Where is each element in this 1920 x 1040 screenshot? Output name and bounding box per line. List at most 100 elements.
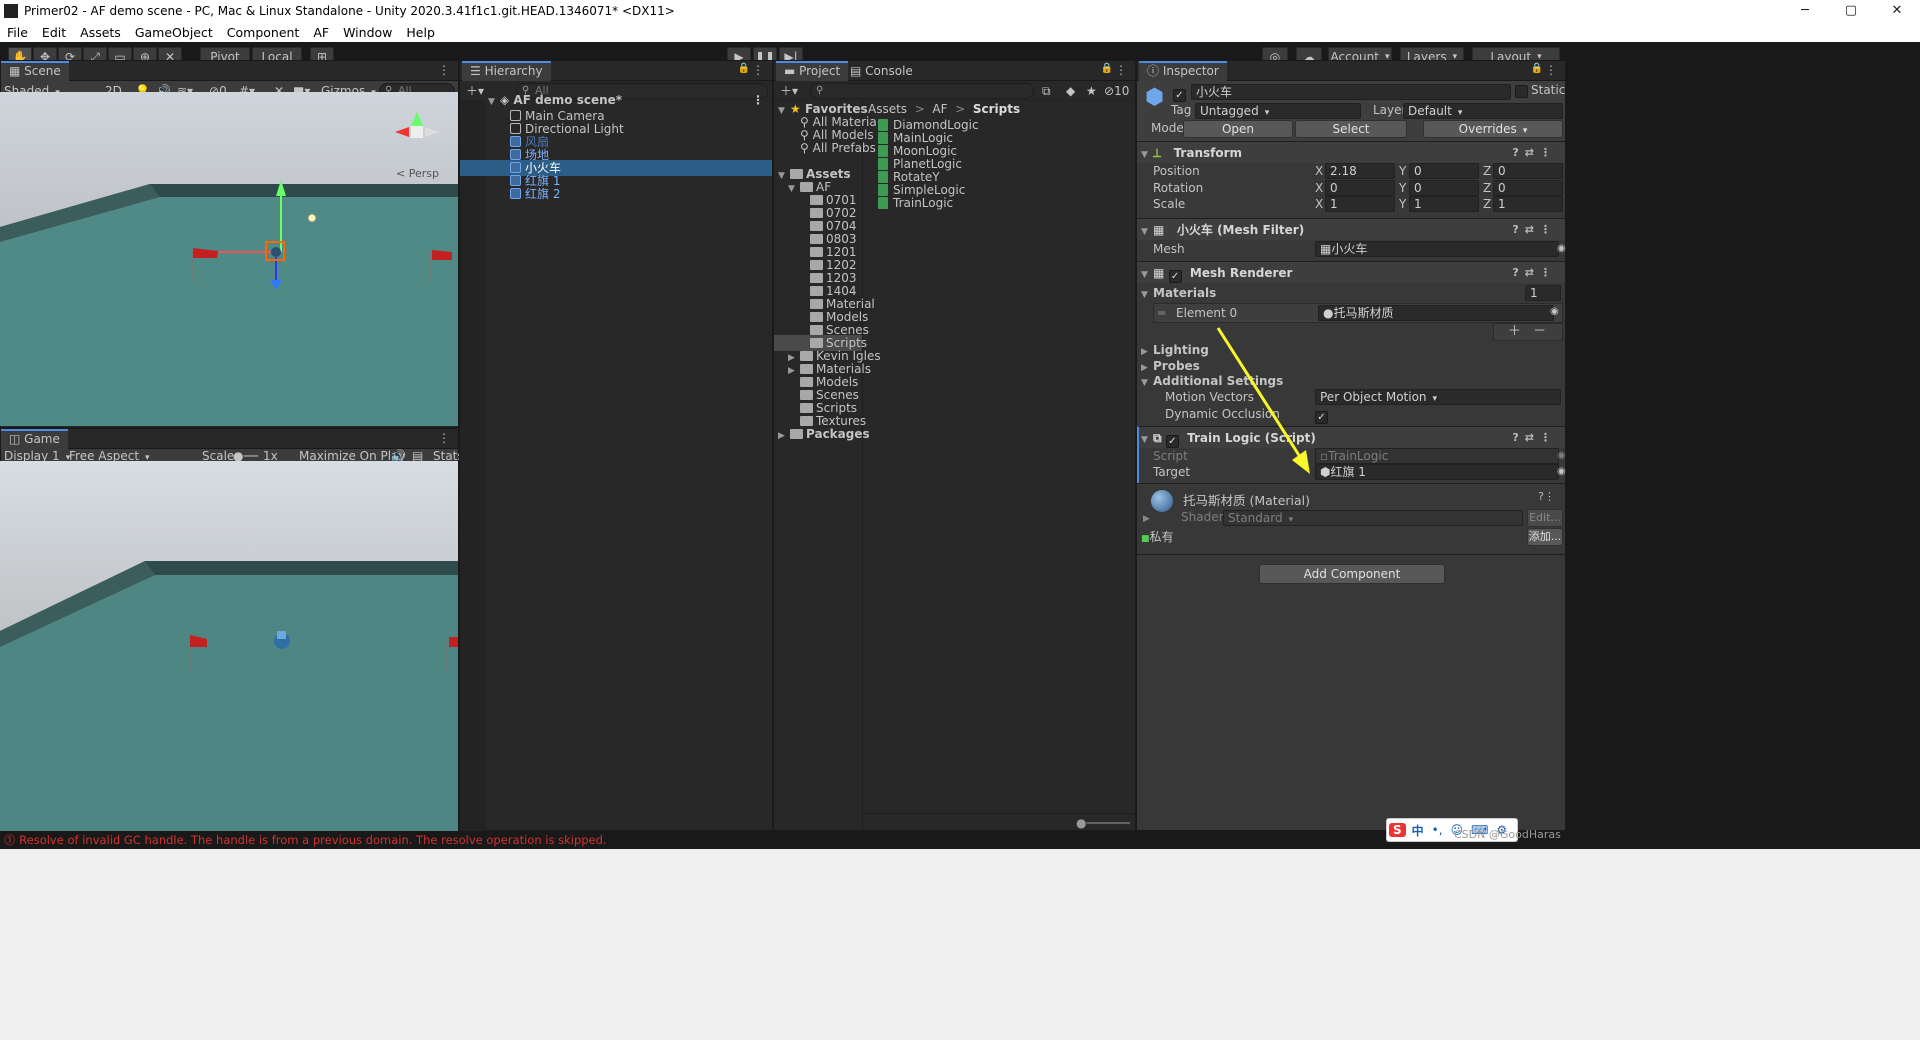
game-menu-icon[interactable]: ⋮ (438, 431, 450, 445)
transform-header[interactable]: ▼ ⟂ Transform ?⇄⋮ (1137, 141, 1565, 163)
element-0-field[interactable]: ●托马斯材质 (1318, 305, 1554, 321)
project-lock-icon[interactable]: 🔒 (1101, 63, 1113, 74)
mesh-renderer-enabled-checkbox[interactable]: ✓ (1168, 270, 1182, 283)
breadcrumb-assets[interactable]: Assets (868, 102, 907, 116)
menu-window[interactable]: Window (336, 25, 399, 40)
mesh-filter-actions-icon[interactable]: ?⇄⋮ (1512, 219, 1557, 241)
minimize-button[interactable]: ─ (1782, 0, 1828, 22)
mesh-renderer-actions-icon[interactable]: ?⇄⋮ (1512, 262, 1557, 284)
prefab-icon (510, 149, 521, 160)
breadcrumb-scripts[interactable]: Scripts (973, 102, 1020, 116)
tab-console[interactable]: ▤ Console (842, 61, 921, 81)
hierarchy-menu-icon[interactable]: ⋮ (752, 63, 764, 77)
icon-size-slider[interactable]: ●────── (1076, 816, 1130, 830)
add-component-button[interactable]: Add Component (1259, 564, 1445, 584)
material-actions-icon[interactable]: ?⋮ (1538, 490, 1555, 503)
menu-help[interactable]: Help (399, 25, 442, 40)
packages-folder[interactable]: ▶ Packages (774, 426, 870, 442)
tab-scene[interactable]: ▦ Scene (1, 61, 69, 81)
transform-row-label: Rotation (1153, 180, 1204, 195)
status-bar[interactable]: ⓵ Resolve of invalid GC handle. The hand… (0, 831, 1920, 849)
mesh-field[interactable]: ▦小火车 (1315, 241, 1559, 257)
mesh-filter-title: 小火车 (Mesh Filter) (1176, 223, 1305, 237)
folder-icon (810, 208, 823, 218)
project-search-input[interactable] (810, 83, 1034, 99)
remove-element-button[interactable]: － (1533, 324, 1546, 339)
target-picker-icon[interactable]: ◉ (1557, 462, 1566, 482)
inspector-menu-icon[interactable]: ⋮ (1545, 63, 1557, 77)
tab-hierarchy[interactable]: ☰ Hierarchy (462, 61, 551, 81)
menu-component[interactable]: Component (220, 25, 307, 40)
project-create-button[interactable]: ＋▾ (780, 81, 798, 101)
favorite-icon[interactable]: ★ (1086, 81, 1097, 101)
layer-dropdown[interactable]: Default (1403, 103, 1563, 119)
static-checkbox[interactable] (1515, 85, 1528, 99)
project-menu-icon[interactable]: ⋮ (1115, 63, 1127, 77)
tab-inspector[interactable]: ⓘ Inspector (1139, 61, 1227, 81)
game-tab-label: Game (24, 432, 60, 446)
mesh-picker-icon[interactable]: ◉ (1557, 239, 1566, 259)
menu-gameobject[interactable]: GameObject (128, 25, 220, 40)
transform-row-label: Scale (1153, 197, 1186, 211)
sogou-logo-icon: S (1389, 823, 1406, 837)
breadcrumb-af[interactable]: AF (932, 102, 947, 116)
favorite-item[interactable]: ⚲ All Prefabs (774, 140, 876, 156)
object-name-field[interactable]: 小火车 (1191, 84, 1511, 100)
mesh-filter-header[interactable]: ▼ ▦ 小火车 (Mesh Filter) ?⇄⋮ (1137, 218, 1565, 240)
overrides-dropdown[interactable]: Overrides (1423, 120, 1563, 138)
transform-z-field[interactable]: 1 (1493, 196, 1563, 212)
materials-count-field[interactable]: 1 (1525, 285, 1561, 301)
menu-edit[interactable]: Edit (35, 25, 73, 40)
element-0-label: Element 0 (1176, 306, 1238, 320)
target-field[interactable]: ⬢红旗 1 (1315, 464, 1559, 480)
transform-x-field[interactable]: 1 (1325, 196, 1395, 212)
drag-handle-icon[interactable]: ═ (1158, 306, 1165, 320)
game-viewport[interactable] (0, 461, 458, 831)
close-button[interactable]: ✕ (1874, 0, 1920, 22)
right-gutter (1566, 60, 1920, 831)
active-checkbox[interactable]: ✓ (1173, 85, 1186, 102)
persp-label[interactable]: < Persp (396, 167, 439, 180)
model-open-button[interactable]: Open (1183, 120, 1293, 138)
folder-icon (810, 312, 823, 322)
scene-root-menu-icon[interactable]: ⋮ (752, 92, 764, 108)
add-element-button[interactable]: ＋ (1508, 324, 1521, 339)
project-footer: ●────── (864, 813, 1136, 831)
menu-assets[interactable]: Assets (73, 25, 128, 40)
scene-menu-icon[interactable]: ⋮ (438, 63, 450, 77)
lock-icon[interactable]: 🔒 (738, 63, 750, 74)
materials-row[interactable]: ▼ Materials 1 (1137, 283, 1565, 303)
scene-root[interactable]: ▼ ◈ AF demo scene* ⋮ (460, 92, 772, 108)
scene-viewport[interactable]: < Persp (0, 92, 458, 426)
model-select-button[interactable]: Select (1295, 120, 1407, 138)
project-tab-label: Project (799, 64, 841, 78)
mesh-renderer-header[interactable]: ▼ ▦ ✓ Mesh Renderer ?⇄⋮ (1137, 261, 1565, 283)
maximize-button[interactable]: ▢ (1828, 0, 1874, 22)
add-label-button[interactable]: 添加... (1527, 528, 1563, 546)
axis-label-x[interactable]: X (1315, 194, 1323, 214)
menu-af[interactable]: AF (306, 25, 336, 40)
ime-lang: 中 (1411, 823, 1424, 838)
material-foldout-icon[interactable]: ▶ (1143, 514, 1150, 524)
packages-folder-label: Packages (806, 427, 870, 441)
hidden-packages-icon[interactable]: ⊘10 (1104, 81, 1129, 101)
material-section: 托马斯材质 (Material) ?⋮ Shader Standard Edit… (1137, 483, 1565, 549)
tag-dropdown[interactable]: Untagged (1195, 103, 1361, 119)
filter-label-icon[interactable]: ◆ (1066, 81, 1075, 101)
shader-edit-button: Edit... (1527, 509, 1563, 527)
element-picker-icon[interactable]: ◉ (1550, 306, 1559, 317)
axis-label-y[interactable]: Y (1399, 194, 1406, 214)
inspector-lock-icon[interactable]: 🔒 (1531, 63, 1543, 74)
private-tag: ■私有 (1141, 528, 1174, 545)
axis-label-z[interactable]: Z (1483, 194, 1491, 214)
filter-type-icon[interactable]: ⧉ (1042, 81, 1051, 101)
hierarchy-item[interactable]: 红旗 2 (460, 186, 772, 202)
script-file[interactable]: TrainLogic (878, 195, 953, 211)
transform-y-field[interactable]: 1 (1409, 196, 1479, 212)
mesh-row: Mesh ▦小火车 ◉ (1137, 239, 1566, 259)
folder-icon (810, 234, 823, 244)
menu-file[interactable]: File (0, 25, 35, 40)
tab-project[interactable]: ▬ Project (776, 61, 849, 81)
folder-icon (810, 299, 823, 309)
motion-vectors-dropdown[interactable]: Per Object Motion (1315, 389, 1561, 405)
